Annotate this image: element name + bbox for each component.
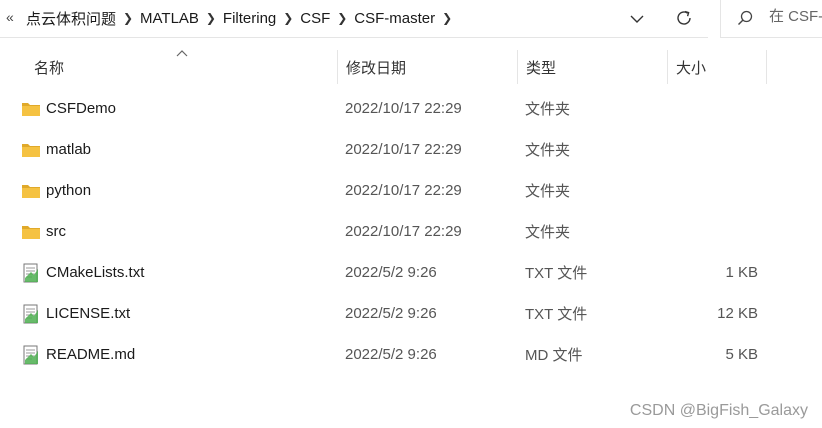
chevron-right-icon[interactable]: ❯ (116, 11, 140, 25)
file-type: MD 文件 (525, 347, 583, 364)
text-file-icon (20, 262, 42, 284)
list-item[interactable]: python 2022/10/17 22:29 文件夹 (14, 170, 774, 211)
file-size (668, 129, 758, 170)
address-bar: « 点云体积问题 ❯ MATLAB ❯ Filtering ❯ CSF ❯ CS… (0, 0, 822, 38)
folder-icon (20, 98, 42, 120)
breadcrumb-list: 点云体积问题 ❯ MATLAB ❯ Filtering ❯ CSF ❯ CSF-… (26, 0, 459, 36)
file-size (668, 211, 758, 252)
file-type: TXT 文件 (525, 306, 588, 323)
list-item[interactable]: src 2022/10/17 22:29 文件夹 (14, 211, 774, 252)
column-divider[interactable] (766, 50, 767, 84)
file-name: CSFDemo (46, 100, 117, 117)
list-item[interactable]: matlab 2022/10/17 22:29 文件夹 (14, 129, 774, 170)
breadcrumb-item[interactable]: 点云体积问题 (26, 8, 116, 29)
column-header-size[interactable]: 大小 (668, 48, 766, 86)
breadcrumb-item[interactable]: CSF-master (354, 10, 435, 27)
file-size: 12 KB (717, 305, 758, 322)
file-type: TXT 文件 (525, 265, 588, 282)
breadcrumb-item[interactable]: CSF (300, 10, 330, 27)
refresh-button[interactable] (670, 4, 698, 32)
file-type: 文件夹 (525, 183, 571, 200)
file-name: README.md (46, 346, 136, 363)
file-date: 2022/10/17 22:29 (345, 100, 462, 117)
file-date: 2022/10/17 22:29 (345, 182, 462, 199)
search-icon (738, 10, 753, 25)
list-item[interactable]: README.md 2022/5/2 9:26 MD 文件 5 KB (14, 334, 774, 375)
chevron-right-icon[interactable]: ❯ (199, 11, 223, 25)
file-date: 2022/5/2 9:26 (345, 305, 437, 322)
file-name: LICENSE.txt (46, 305, 131, 322)
chevron-right-icon[interactable]: ❯ (330, 11, 354, 25)
chevron-right-icon[interactable]: ❯ (276, 11, 300, 25)
breadcrumb-item[interactable]: MATLAB (140, 10, 199, 27)
file-date: 2022/10/17 22:29 (345, 223, 462, 240)
file-type: 文件夹 (525, 101, 571, 118)
folder-icon (20, 139, 42, 161)
watermark: CSDN @BigFish_Galaxy (629, 402, 808, 419)
column-header-type[interactable]: 类型 (518, 48, 668, 86)
column-headers: 名称 修改日期 类型 大小 (0, 48, 822, 86)
file-size: 5 KB (725, 346, 758, 363)
address-history-button[interactable] (624, 6, 650, 32)
folder-icon (20, 221, 42, 243)
search-box[interactable] (720, 0, 822, 38)
file-size (668, 88, 758, 129)
file-size (668, 170, 758, 211)
file-date: 2022/10/17 22:29 (345, 141, 462, 158)
folder-icon (20, 180, 42, 202)
breadcrumb[interactable]: « 点云体积问题 ❯ MATLAB ❯ Filtering ❯ CSF ❯ CS… (0, 0, 708, 38)
chevron-down-icon (630, 15, 644, 23)
breadcrumb-item[interactable]: Filtering (223, 10, 276, 27)
refresh-icon (677, 10, 691, 25)
column-header-name[interactable]: 名称 (26, 48, 336, 86)
column-header-date[interactable]: 修改日期 (338, 48, 518, 86)
file-name: src (46, 223, 66, 240)
file-name: CMakeLists.txt (46, 264, 145, 281)
file-date: 2022/5/2 9:26 (345, 264, 437, 281)
file-name: matlab (46, 141, 92, 158)
file-date: 2022/5/2 9:26 (345, 346, 437, 363)
file-name: python (46, 182, 92, 199)
file-type: 文件夹 (525, 224, 571, 241)
breadcrumb-overflow[interactable]: « (6, 9, 14, 25)
list-item[interactable]: LICENSE.txt 2022/5/2 9:26 TXT 文件 12 KB (14, 293, 774, 334)
list-item[interactable]: CSFDemo 2022/10/17 22:29 文件夹 (14, 88, 774, 129)
text-file-icon (20, 303, 42, 325)
file-type: 文件夹 (525, 142, 571, 159)
text-file-icon (20, 344, 42, 366)
search-input[interactable] (769, 8, 822, 25)
file-size: 1 KB (725, 264, 758, 281)
chevron-right-icon[interactable]: ❯ (435, 11, 459, 25)
list-item[interactable]: CMakeLists.txt 2022/5/2 9:26 TXT 文件 1 KB (14, 252, 774, 293)
